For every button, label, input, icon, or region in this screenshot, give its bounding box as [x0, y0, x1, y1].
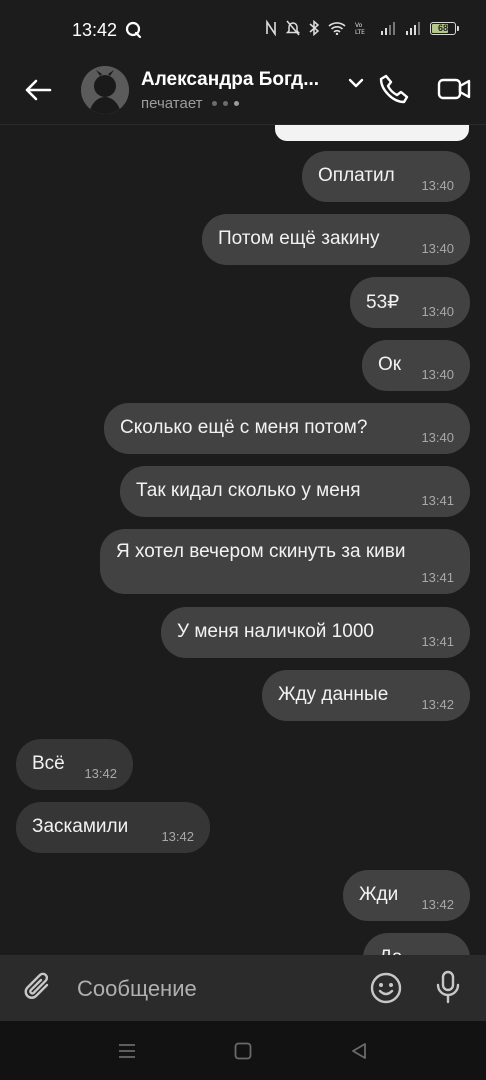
message-bubble-incoming[interactable]: Заскамили 13:42: [16, 802, 210, 853]
typing-indicator: печатает: [141, 95, 239, 112]
message-bubble[interactable]: Я хотел вечером скинуть за киви 13:41: [100, 529, 470, 594]
paperclip-icon[interactable]: [22, 971, 56, 1005]
message-time: 13:41: [421, 570, 454, 585]
message-list[interactable]: Оплатил 13:40 Потом ещё закину 13:40 53₽…: [0, 125, 486, 955]
phone-icon[interactable]: [377, 72, 411, 106]
message-bubble[interactable]: Да: [363, 933, 470, 955]
avatar[interactable]: [81, 66, 129, 114]
mute-bell-icon: [286, 20, 300, 36]
message-bubble[interactable]: Жду данные 13:42: [262, 670, 470, 721]
signal-1-icon: [381, 22, 395, 35]
message-text: У меня наличкой 1000: [177, 621, 374, 642]
message-bubble[interactable]: Ок 13:40: [362, 340, 470, 391]
message-time: 13:42: [84, 766, 117, 781]
message-bubble[interactable]: Потом ещё закину 13:40: [202, 214, 470, 265]
message-text: Ок: [378, 354, 402, 375]
message-text: Да: [379, 947, 402, 955]
message-time: 13:40: [421, 367, 454, 382]
microphone-icon[interactable]: [432, 969, 464, 1005]
battery-level: 68: [437, 23, 448, 33]
back-nav-icon[interactable]: [349, 1041, 369, 1061]
message-bubble[interactable]: Сколько ещё с меня потом? 13:40: [104, 403, 470, 454]
message-time: 13:42: [161, 829, 194, 844]
volte-icon: VoLTE: [355, 22, 365, 35]
message-text: Жди: [359, 884, 399, 905]
bluetooth-icon: [309, 20, 319, 36]
message-bubble[interactable]: Так кидал сколько у меня 13:41: [120, 466, 470, 517]
signal-2-icon: [406, 22, 420, 35]
message-text: Жду данные: [278, 684, 389, 705]
message-time: 13:41: [421, 493, 454, 508]
nfc-icon: [266, 20, 276, 36]
message-time: 13:40: [421, 178, 454, 193]
message-time: 13:42: [421, 697, 454, 712]
wifi-icon: [328, 22, 346, 35]
message-text: Оплатил: [318, 165, 395, 186]
message-time: 13:40: [421, 304, 454, 319]
video-camera-icon[interactable]: [436, 72, 472, 106]
chevron-down-icon[interactable]: [347, 74, 365, 92]
message-bubble[interactable]: 53₽ 13:40: [350, 277, 470, 328]
message-bubble[interactable]: Оплатил 13:40: [302, 151, 470, 202]
typing-dots: [211, 101, 239, 106]
message-time: 13:40: [421, 430, 454, 445]
message-time: 13:41: [421, 634, 454, 649]
menu-nav-icon[interactable]: [117, 1041, 137, 1061]
message-input[interactable]: Сообщение: [77, 976, 197, 1002]
battery-icon: 68: [430, 21, 459, 35]
message-text: Так кидал сколько у меня: [136, 480, 361, 501]
svg-text:LTE: LTE: [355, 29, 365, 35]
message-text: Сколько ещё с меня потом?: [120, 417, 368, 438]
image-message[interactable]: [275, 125, 469, 141]
composer: Сообщение: [0, 955, 486, 1021]
sync-icon: [125, 21, 142, 38]
message-text: Потом ещё закину: [218, 228, 380, 249]
message-time: 13:42: [421, 897, 454, 912]
smile-icon[interactable]: [369, 971, 403, 1005]
status-bar: 13:42 Vo LTE 68: [0, 0, 486, 60]
chat-header: Александра Богд... печатает: [0, 60, 486, 125]
message-bubble[interactable]: Жди 13:42: [343, 870, 470, 921]
message-bubble-incoming[interactable]: Всё 13:42: [16, 739, 133, 790]
message-text: Я хотел вечером скинуть за киви: [116, 541, 406, 562]
system-nav-bar: [0, 1021, 486, 1080]
status-time: 13:42: [72, 20, 118, 40]
status-icons: Vo LTE 68: [265, 20, 459, 36]
svg-text:Vo: Vo: [355, 22, 363, 29]
message-text: Заскамили: [32, 816, 129, 837]
home-nav-icon[interactable]: [233, 1041, 253, 1061]
message-time: 13:40: [421, 241, 454, 256]
message-text: 53₽: [366, 292, 400, 313]
avatar-image: [81, 66, 129, 114]
typing-status: печатает: [141, 95, 203, 112]
contact-name[interactable]: Александра Богд...: [141, 69, 341, 91]
back-arrow-icon[interactable]: [22, 74, 54, 106]
message-bubble[interactable]: У меня наличкой 1000 13:41: [161, 607, 470, 658]
message-text: Всё: [32, 753, 65, 774]
